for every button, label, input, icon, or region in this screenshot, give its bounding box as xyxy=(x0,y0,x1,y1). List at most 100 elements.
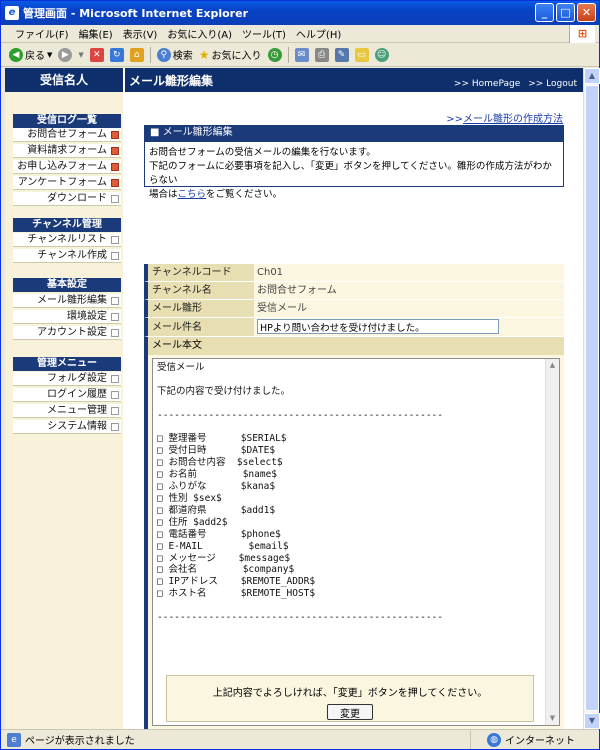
page-scrollbar[interactable]: ▲ ▼ xyxy=(583,68,600,729)
sidebar: 受信ログ一覧 お問合せフォーム 資料請求フォーム お申し込みフォーム アンケート… xyxy=(5,92,123,729)
section-title: ■ メール雛形編集 xyxy=(144,125,564,141)
description-box: お問合せフォームの受信メールの編集を行ないます。 下記のフォームに必要事項を記入… xyxy=(144,141,564,200)
maximize-button[interactable]: □ xyxy=(556,3,575,22)
sidebar-item-menu-admin[interactable]: メニュー管理 xyxy=(13,404,121,418)
scroll-down-icon[interactable]: ▼ xyxy=(546,712,559,725)
brand-header: 受信名人 xyxy=(5,68,123,92)
menu-bar: ファイル(F) 編集(E) 表示(V) お気に入り(A) ツール(T) ヘルプ(… xyxy=(1,25,599,43)
field-channel-name: チャンネル名 お問合せフォーム xyxy=(144,282,564,300)
status-text: ページが表示されました xyxy=(25,736,135,747)
search-button[interactable]: ⚲ 検索 xyxy=(156,47,193,62)
windows-logo-icon: ⊞ xyxy=(569,25,595,43)
main-content: >>メール雛形の作成方法 ■ メール雛形編集 お問合せフォームの受信メールの編集… xyxy=(125,92,583,729)
refresh-icon[interactable]: ↻ xyxy=(109,47,124,62)
toolbar-separator xyxy=(149,46,151,63)
sidebar-item-channel-list[interactable]: チャンネルリスト xyxy=(13,233,121,247)
zone-text: インターネット xyxy=(505,736,575,747)
here-link[interactable]: こちら xyxy=(178,189,207,200)
title-bar: e 管理画面 - Microsoft Internet Explorer _ □… xyxy=(1,1,599,25)
back-button[interactable]: ◀ 戻る ▼ xyxy=(9,47,52,62)
menu-view[interactable]: 表示(V) xyxy=(123,26,158,41)
window-title: 管理画面 - Microsoft Internet Explorer xyxy=(23,7,248,20)
status-bar: e ページが表示されました ◍ インターネット xyxy=(1,729,599,749)
sidebar-heading-channel: チャンネル管理 xyxy=(13,218,121,232)
marker-icon xyxy=(111,407,119,415)
mail-body-text: 受信メール 下記の内容で受け付けました。 -------------------… xyxy=(157,362,443,624)
field-mail-subject: メール件名 xyxy=(144,318,564,337)
sidebar-item-folder-settings[interactable]: フォルダ設定 xyxy=(13,372,121,386)
textarea-scrollbar[interactable]: ▲ ▼ xyxy=(545,359,559,725)
confirm-text: 上記内容でよろしければ、「変更」ボタンを押してください。 xyxy=(212,688,488,699)
confirm-box: 上記内容でよろしければ、「変更」ボタンを押してください。 変更 xyxy=(166,675,534,722)
edit-icon[interactable]: ✎ xyxy=(334,47,349,62)
menu-file[interactable]: ファイル(F) xyxy=(15,26,69,41)
howto-line: >>メール雛形の作成方法 xyxy=(446,114,563,125)
desc-line-1: お問合せフォームの受信メールの編集を行ないます。 xyxy=(149,147,376,158)
marker-icon xyxy=(111,252,119,260)
sidebar-item-survey-form[interactable]: アンケートフォーム xyxy=(13,176,121,190)
sidebar-item-channel-create[interactable]: チャンネル作成 xyxy=(13,249,121,263)
page-viewport: 受信名人 メール雛形編集 >> HomePage >> Logout 受信ログ一… xyxy=(5,68,583,729)
marker-icon xyxy=(111,195,119,203)
field-channel-code: チャンネルコード Ch01 xyxy=(144,264,564,282)
desc-line-3: 場合はこちらをご覧ください。 xyxy=(149,189,283,200)
scroll-up-icon[interactable]: ▲ xyxy=(546,359,559,372)
mail-subject-input[interactable] xyxy=(257,319,499,334)
mail-template-value: 受信メール xyxy=(254,300,564,318)
howto-link[interactable]: メール雛形の作成方法 xyxy=(463,114,563,125)
sidebar-item-document-request[interactable]: 資料請求フォーム xyxy=(13,144,121,158)
page-header: メール雛形編集 >> HomePage >> Logout xyxy=(125,68,583,92)
submit-change-button[interactable]: 変更 xyxy=(327,704,373,720)
scroll-thumb[interactable] xyxy=(585,85,599,711)
forward-arrow-icon[interactable]: ▶ xyxy=(58,47,73,62)
print-icon[interactable]: ⎙ xyxy=(314,47,329,62)
marker-icon xyxy=(111,179,119,187)
mail-body-wrapper: 受信メール 下記の内容で受け付けました。 -------------------… xyxy=(144,355,564,729)
menu-tools[interactable]: ツール(T) xyxy=(242,26,286,41)
page-title: メール雛形編集 xyxy=(129,74,214,88)
chevron-down-icon: ▼ xyxy=(47,50,53,59)
scroll-up-icon[interactable]: ▲ xyxy=(584,68,600,84)
sidebar-item-download[interactable]: ダウンロード xyxy=(13,192,121,206)
sidebar-item-environment[interactable]: 環境設定 xyxy=(13,310,121,324)
discuss-icon[interactable]: ▭ xyxy=(354,47,369,62)
browser-window: e 管理画面 - Microsoft Internet Explorer _ □… xyxy=(0,0,600,750)
menu-help[interactable]: ヘルプ(H) xyxy=(296,26,341,41)
marker-icon xyxy=(111,329,119,337)
sidebar-heading-basic-settings: 基本設定 xyxy=(13,278,121,292)
homepage-link[interactable]: >> HomePage xyxy=(454,79,520,89)
menu-edit[interactable]: 編集(E) xyxy=(79,26,113,41)
sidebar-item-login-history[interactable]: ログイン履歴 xyxy=(13,388,121,402)
sidebar-item-account[interactable]: アカウント設定 xyxy=(13,326,121,340)
sidebar-item-mail-template[interactable]: メール雛形編集 xyxy=(13,294,121,308)
marker-icon xyxy=(111,375,119,383)
home-icon[interactable]: ⌂ xyxy=(129,47,144,62)
favorites-button[interactable]: ★ お気に入り xyxy=(199,47,262,63)
menu-favorites[interactable]: お気に入り(A) xyxy=(167,26,232,41)
mail-icon[interactable]: ✉ xyxy=(294,47,309,62)
logout-link[interactable]: >> Logout xyxy=(528,79,577,89)
channel-name-value: お問合せフォーム xyxy=(254,282,564,300)
mail-body-label: メール本文 xyxy=(144,337,564,355)
search-icon: ⚲ xyxy=(156,47,171,62)
scroll-down-icon[interactable]: ▼ xyxy=(584,713,600,729)
minimize-button[interactable]: _ xyxy=(535,3,554,22)
messenger-icon[interactable]: ☺ xyxy=(374,47,389,62)
sidebar-item-inquiry-form[interactable]: お問合せフォーム xyxy=(13,128,121,142)
stop-icon[interactable]: ✕ xyxy=(89,47,104,62)
mail-body-textarea[interactable]: 受信メール 下記の内容で受け付けました。 -------------------… xyxy=(152,358,560,726)
marker-icon xyxy=(111,391,119,399)
marker-icon xyxy=(111,131,119,139)
toolbar-separator xyxy=(287,46,289,63)
toolbar: ◀ 戻る ▼ ▶ ▼ ✕ ↻ ⌂ ⚲ 検索 ★ お気に入り ◷ ✉ ⎙ ✎ ▭ … xyxy=(1,43,599,67)
sidebar-item-application-form[interactable]: お申し込みフォーム xyxy=(13,160,121,174)
close-button[interactable]: ✕ xyxy=(577,3,596,22)
sidebar-heading-receive-log: 受信ログ一覧 xyxy=(13,114,121,128)
marker-icon xyxy=(111,147,119,155)
chevron-down-icon[interactable]: ▼ xyxy=(78,51,83,59)
page-icon: e xyxy=(7,732,21,747)
history-icon[interactable]: ◷ xyxy=(267,47,282,62)
internet-zone-icon: ◍ xyxy=(487,732,501,747)
channel-code-value: Ch01 xyxy=(254,264,564,282)
sidebar-item-system-info[interactable]: システム情報 xyxy=(13,420,121,434)
